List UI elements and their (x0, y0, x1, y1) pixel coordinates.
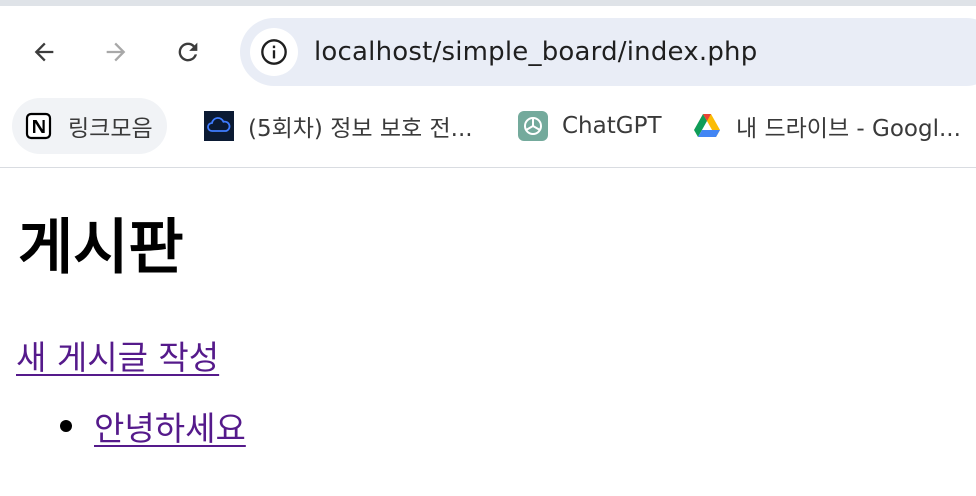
bookmark-label: 내 드라이브 - Googl... (736, 116, 961, 142)
bookmark-label: ChatGPT (562, 113, 662, 139)
cloud-icon (204, 111, 234, 141)
chatgpt-icon (518, 111, 548, 141)
forward-button[interactable] (94, 30, 138, 74)
bookmark-label: 링크모음 (68, 116, 153, 142)
back-button[interactable] (22, 30, 66, 74)
page-content: 게시판 새 게시글 작성 안녕하세요 (0, 168, 976, 496)
browser-toolbar: localhost/simple_board/index.php 링크모음 (5… (0, 0, 976, 168)
google-drive-icon (692, 111, 722, 141)
bookmark-label: (5회차) 정보 보호 전... (248, 116, 473, 142)
site-info-button[interactable] (250, 28, 298, 76)
bullet (60, 420, 72, 432)
bookmark-link-collection[interactable]: 링크모음 (12, 98, 167, 154)
post-list: 안녕하세요 (60, 396, 246, 456)
notion-icon (24, 111, 54, 141)
bookmark-google-drive[interactable]: 내 드라이브 - Googl... (692, 98, 961, 154)
info-icon (261, 39, 287, 65)
bookmarks-bar: 링크모음 (5회차) 정보 보호 전... ChatGPT 내 드라이브 - G… (0, 98, 976, 156)
bookmark-chatgpt[interactable]: ChatGPT (518, 98, 662, 154)
post-link[interactable]: 안녕하세요 (94, 402, 246, 450)
new-post-link[interactable]: 새 게시글 작성 (16, 339, 219, 376)
address-bar[interactable]: localhost/simple_board/index.php (240, 18, 976, 86)
reload-icon (178, 42, 198, 62)
page-title: 게시판 (18, 213, 184, 283)
arrow-right-icon (106, 42, 126, 62)
list-item: 안녕하세요 (60, 396, 246, 456)
tab-strip (0, 0, 976, 6)
arrow-left-icon (34, 42, 54, 62)
bookmark-security-lecture[interactable]: (5회차) 정보 보호 전... (204, 98, 473, 154)
reload-button[interactable] (166, 30, 210, 74)
url-text[interactable]: localhost/simple_board/index.php (314, 37, 757, 67)
